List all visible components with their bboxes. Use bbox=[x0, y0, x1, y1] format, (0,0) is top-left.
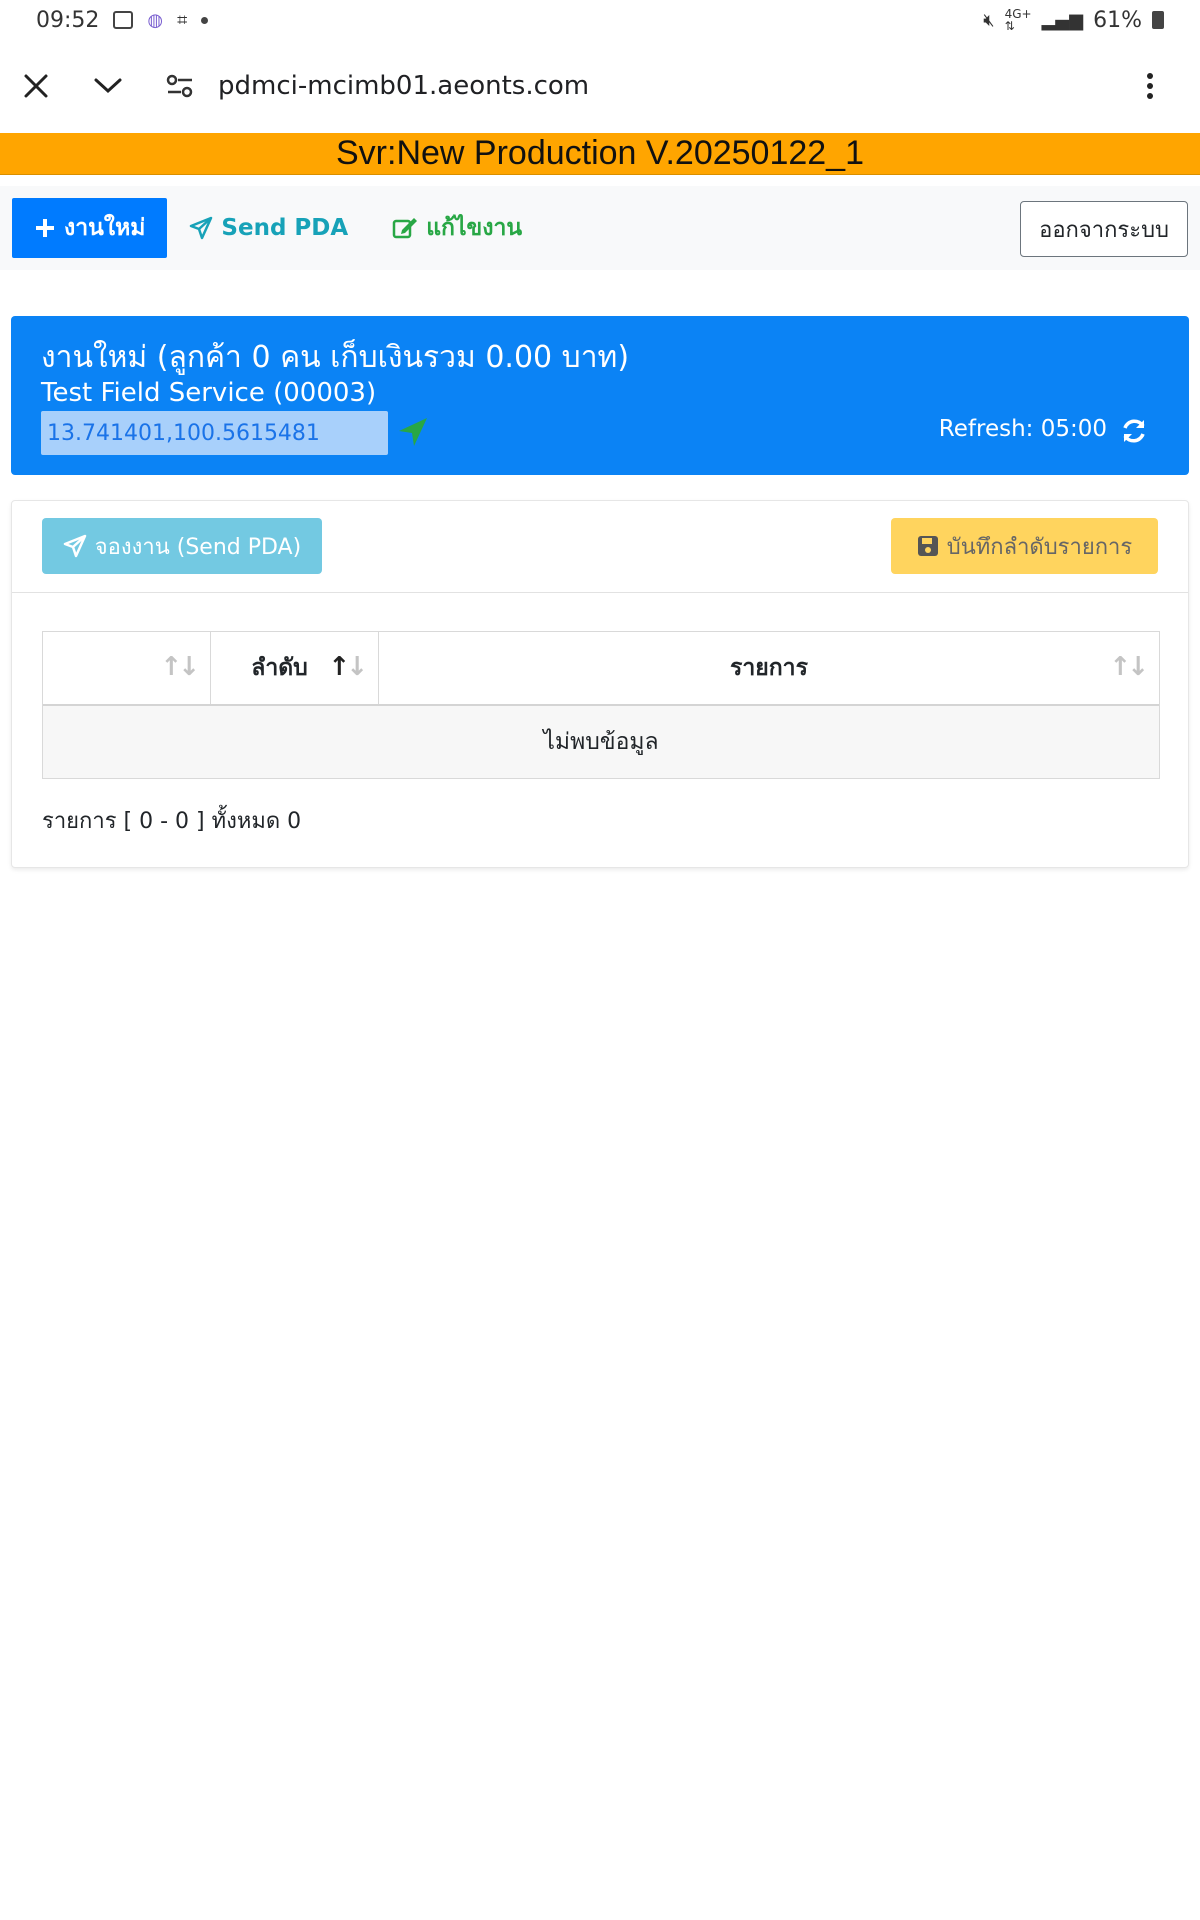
location-arrow-icon[interactable] bbox=[395, 414, 431, 450]
column-header-order-label: ลำดับ bbox=[251, 655, 308, 681]
sort-icon: ↑↓ bbox=[1109, 652, 1149, 682]
edit-job-label: แก้ไขงาน bbox=[426, 215, 523, 241]
more-notifications-dot-icon bbox=[201, 16, 209, 24]
table-empty-row: ไม่พบข้อมูล bbox=[43, 706, 1159, 778]
more-vert-icon bbox=[1147, 73, 1153, 99]
signal-icon: ▂▄▆ bbox=[1041, 9, 1084, 31]
sort-icon: ↑↓ bbox=[160, 652, 200, 682]
url-text: pdmci-mcimb01.aeonts.com bbox=[218, 71, 590, 101]
coordinates-text[interactable]: 13.741401,100.5615481 bbox=[41, 411, 388, 455]
new-job-label: งานใหม่ bbox=[64, 215, 146, 241]
column-header-item-label: รายการ bbox=[730, 655, 808, 681]
reserve-job-label: จองงาน (Send PDA) bbox=[94, 534, 302, 560]
refresh-icon[interactable] bbox=[1119, 416, 1149, 446]
pagination-info: รายการ [ 0 - 0 ] ทั้งหมด 0 bbox=[42, 809, 302, 834]
battery-icon bbox=[1152, 11, 1164, 29]
send-pda-button[interactable]: Send PDA bbox=[167, 198, 370, 258]
gallery-notification-icon bbox=[113, 11, 134, 29]
toolbar: งานใหม่ Send PDA แก้ไขงาน ออกจากระบบ bbox=[0, 186, 1200, 270]
screenshot-notification-icon: ⌗ bbox=[177, 9, 188, 31]
plus-icon bbox=[36, 219, 54, 237]
status-time: 09:52 bbox=[36, 7, 100, 33]
save-order-label: บันทึกลำดับรายการ bbox=[946, 534, 1133, 560]
column-header-blank[interactable]: ↑↓ bbox=[43, 632, 211, 704]
save-icon bbox=[917, 536, 938, 556]
close-tab-button[interactable] bbox=[0, 50, 72, 122]
mute-icon: 🔇︎ bbox=[983, 9, 995, 31]
new-job-button[interactable]: งานใหม่ bbox=[12, 198, 168, 258]
job-summary-title: งานใหม่ (ลูกค้า 0 คน เก็บเงินรวม 0.00 บา… bbox=[41, 340, 630, 375]
edit-icon bbox=[392, 218, 418, 239]
battery-percent: 61% bbox=[1093, 7, 1142, 33]
column-header-order[interactable]: ลำดับ ↑↓ bbox=[211, 632, 379, 704]
paper-plane-icon bbox=[63, 534, 87, 558]
address-bar[interactable]: pdmci-mcimb01.aeonts.com bbox=[160, 66, 589, 106]
save-order-button[interactable]: บันทึกลำดับรายการ bbox=[891, 518, 1158, 574]
edit-job-button[interactable]: แก้ไขงาน bbox=[370, 198, 544, 258]
job-summary-subtitle: Test Field Service (00003) bbox=[41, 378, 377, 408]
chevron-down-icon bbox=[94, 78, 122, 94]
server-banner: Svr:New Production V.20250122_1 bbox=[0, 133, 1200, 175]
table-header-row: ↑↓ ลำดับ ↑↓ รายการ ↑↓ bbox=[43, 632, 1159, 706]
job-list-card-header: จองงาน (Send PDA) บันทึกลำดับรายการ bbox=[12, 501, 1188, 593]
status-right: 🔇︎ 4G+ ⇅ ▂▄▆ 61% bbox=[983, 8, 1164, 33]
browser-bar: pdmci-mcimb01.aeonts.com bbox=[0, 40, 1200, 132]
site-settings-icon[interactable] bbox=[160, 66, 200, 106]
browser-menu-button[interactable] bbox=[1114, 50, 1186, 122]
send-pda-label: Send PDA bbox=[221, 215, 349, 241]
job-summary-card: งานใหม่ (ลูกค้า 0 คน เก็บเงินรวม 0.00 บา… bbox=[11, 316, 1189, 475]
refresh-timer: Refresh: 05:00 bbox=[938, 416, 1107, 442]
reserve-job-button[interactable]: จองงาน (Send PDA) bbox=[42, 518, 322, 574]
sort-asc-icon: ↑↓ bbox=[328, 652, 368, 682]
column-header-item[interactable]: รายการ ↑↓ bbox=[379, 632, 1159, 704]
close-icon bbox=[24, 74, 48, 98]
job-list-card: จองงาน (Send PDA) บันทึกลำดับรายการ ↑↓ ล… bbox=[11, 500, 1189, 868]
minimize-button[interactable] bbox=[72, 50, 144, 122]
status-bar: 09:52 ◍ ⌗ 🔇︎ 4G+ ⇅ ▂▄▆ 61% bbox=[0, 0, 1200, 40]
job-table: ↑↓ ลำดับ ↑↓ รายการ ↑↓ ไม่พบข้อมูล bbox=[42, 631, 1160, 779]
network-4g-icon: 4G+ ⇅ bbox=[1004, 7, 1032, 33]
paper-plane-icon bbox=[190, 216, 213, 240]
status-left: 09:52 ◍ ⌗ bbox=[36, 7, 209, 33]
globe-notification-icon: ◍ bbox=[147, 9, 164, 31]
logout-button[interactable]: ออกจากระบบ bbox=[1020, 201, 1188, 257]
